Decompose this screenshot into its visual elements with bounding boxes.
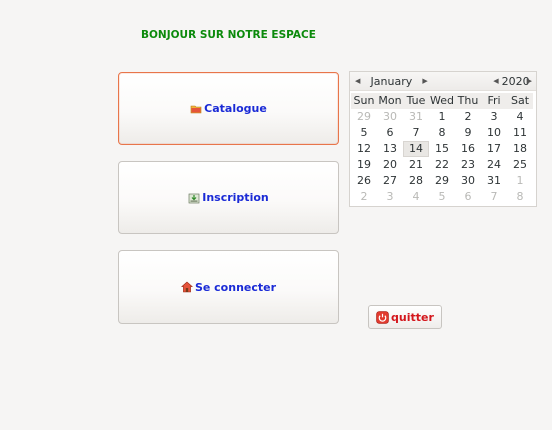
folder-icon [190, 105, 202, 113]
month-next-icon[interactable]: ▶ [419, 77, 430, 85]
calendar-day[interactable]: 24 [481, 157, 507, 173]
calendar-day[interactable]: 6 [377, 125, 403, 141]
calendar-day[interactable]: 1 [507, 173, 533, 189]
calendar-day[interactable]: 28 [403, 173, 429, 189]
year-prev-icon[interactable]: ◀ [490, 77, 501, 85]
calendar-day[interactable]: 2 [351, 189, 377, 205]
calendar-day[interactable]: 15 [429, 141, 455, 157]
calendar[interactable]: ◀ January ▶ ◀ 2020 ▶ Sun Mon Tue Wed Thu Fri S… [349, 71, 537, 207]
connect-button[interactable]: Se connecter [118, 250, 339, 324]
weekday-header: Tue [403, 93, 429, 109]
calendar-day[interactable]: 7 [403, 125, 429, 141]
calendar-day[interactable]: 17 [481, 141, 507, 157]
calendar-day[interactable]: 9 [455, 125, 481, 141]
calendar-day[interactable]: 4 [507, 109, 533, 125]
home-icon [180, 281, 193, 293]
weekday-header: Sat [507, 93, 533, 109]
weekday-header: Fri [481, 93, 507, 109]
calendar-day[interactable]: 16 [455, 141, 481, 157]
inscription-button[interactable]: Inscription [118, 161, 339, 234]
calendar-day[interactable]: 31 [481, 173, 507, 189]
calendar-day[interactable]: 10 [481, 125, 507, 141]
calendar-day[interactable]: 30 [455, 173, 481, 189]
calendar-day[interactable]: 23 [455, 157, 481, 173]
calendar-day[interactable]: 8 [507, 189, 533, 205]
year-next-icon[interactable]: ▶ [524, 77, 535, 85]
calendar-day[interactable]: 6 [455, 189, 481, 205]
calendar-day[interactable]: 18 [507, 141, 533, 157]
calendar-day[interactable]: 3 [377, 189, 403, 205]
calendar-day[interactable]: 13 [377, 141, 403, 157]
month-prev-icon[interactable]: ◀ [352, 77, 363, 85]
download-icon [188, 193, 200, 203]
calendar-header: ◀ January ▶ ◀ 2020 ▶ [350, 72, 536, 91]
calendar-day[interactable]: 29 [429, 173, 455, 189]
calendar-day[interactable]: 27 [377, 173, 403, 189]
calendar-day[interactable]: 5 [351, 125, 377, 141]
quit-button[interactable]: quitter [368, 305, 442, 329]
calendar-day[interactable]: 12 [351, 141, 377, 157]
weekday-header: Wed [429, 93, 455, 109]
quit-label: quitter [391, 310, 434, 324]
calendar-day[interactable]: 7 [481, 189, 507, 205]
catalogue-button[interactable]: Catalogue [118, 72, 339, 145]
connect-label: Se connecter [194, 280, 277, 294]
calendar-day[interactable]: 5 [429, 189, 455, 205]
calendar-day[interactable]: 21 [403, 157, 429, 173]
calendar-grid: Sun Mon Tue Wed Thu Fri Sat 29 30 31 1 2 3 4 5 6 7 8 9 10 11… [351, 91, 536, 205]
calendar-day[interactable]: 30 [377, 109, 403, 125]
calendar-day[interactable]: 2 [455, 109, 481, 125]
month-label: January [370, 74, 413, 88]
weekday-header: Mon [377, 93, 403, 109]
calendar-day-selected[interactable]: 14 [403, 141, 429, 157]
calendar-day[interactable]: 29 [351, 109, 377, 125]
power-icon [376, 310, 389, 324]
weekday-header: Thu [455, 93, 481, 109]
calendar-day[interactable]: 19 [351, 157, 377, 173]
calendar-day[interactable]: 1 [429, 109, 455, 125]
calendar-day[interactable]: 22 [429, 157, 455, 173]
calendar-day[interactable]: 4 [403, 189, 429, 205]
year-selector[interactable]: ◀ 2020 ▶ [490, 75, 535, 88]
calendar-day[interactable]: 3 [481, 109, 507, 125]
year-label: 2020 [501, 74, 530, 88]
calendar-day[interactable]: 26 [351, 173, 377, 189]
weekday-header: Sun [351, 93, 377, 109]
calendar-day[interactable]: 25 [507, 157, 533, 173]
welcome-title: BONJOUR SUR NOTRE ESPACE [141, 29, 316, 41]
calendar-day[interactable]: 20 [377, 157, 403, 173]
month-selector[interactable]: ◀ January ▶ [352, 75, 431, 88]
calendar-day[interactable]: 11 [507, 125, 533, 141]
calendar-day[interactable]: 8 [429, 125, 455, 141]
calendar-day[interactable]: 31 [403, 109, 429, 125]
inscription-label: Inscription [202, 191, 269, 204]
catalogue-label: Catalogue [204, 102, 267, 115]
